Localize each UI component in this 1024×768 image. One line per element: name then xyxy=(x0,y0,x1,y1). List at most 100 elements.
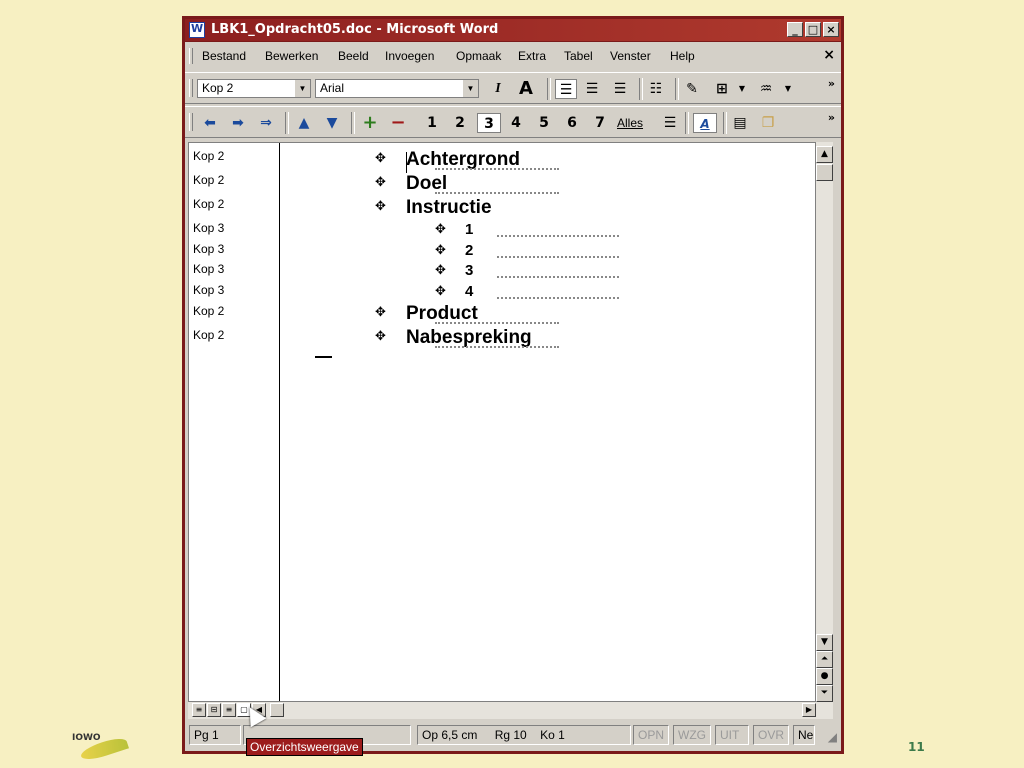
status-column: Ko 1 xyxy=(540,728,565,742)
chevron-down-icon[interactable]: ▼ xyxy=(295,80,310,97)
menu-tabel[interactable]: Tabel xyxy=(564,49,593,63)
scroll-thumb[interactable] xyxy=(270,703,284,717)
demote-icon[interactable]: ➡ xyxy=(229,113,247,133)
iowo-logo: IOWO xyxy=(72,733,101,743)
outline-expand-icon[interactable]: ✥ xyxy=(375,305,386,320)
outline-expand-icon[interactable]: ✥ xyxy=(435,222,446,237)
chevron-down-icon[interactable]: ▼ xyxy=(463,80,478,97)
demote-to-body-icon[interactable]: ⇒ xyxy=(257,113,275,133)
align-right-icon[interactable]: ☰ xyxy=(611,79,629,99)
horizontal-scrollbar[interactable]: ≡ ⊟ ≡ ▢ ◀ ▶ xyxy=(188,702,833,719)
menu-bestand[interactable]: Bestand xyxy=(202,49,246,63)
outline-expand-icon[interactable]: ✥ xyxy=(375,175,386,190)
resize-grip-icon[interactable]: ◢ xyxy=(828,730,837,744)
align-center-icon[interactable]: ☰ xyxy=(583,79,601,99)
outline-toolbar: ⬅ ➡ ⇒ ▲ ▼ + − 1 2 3 4 5 6 7 Alles ☰ A ▤ … xyxy=(185,106,841,138)
previous-page-icon[interactable]: ⏶ xyxy=(816,651,833,668)
outline-expand-icon[interactable]: ✥ xyxy=(435,284,446,299)
show-formatting-icon[interactable]: A xyxy=(693,113,717,133)
outline-subheading[interactable]: 4 xyxy=(465,283,473,300)
outline-heading[interactable]: Instructie xyxy=(406,197,492,219)
menu-help[interactable]: Help xyxy=(670,49,695,63)
master-document-icon[interactable]: ▤ xyxy=(731,113,749,133)
outline-subheading[interactable]: 3 xyxy=(465,262,473,279)
scroll-down-icon[interactable]: ▼ xyxy=(816,634,833,651)
close-button[interactable]: × xyxy=(823,22,839,37)
style-select[interactable]: Kop 2 ▼ xyxy=(197,79,311,98)
subdocument-icon[interactable]: ❐ xyxy=(759,113,777,133)
word-document-icon[interactable] xyxy=(189,22,205,38)
outline-expand-icon[interactable]: ✥ xyxy=(435,263,446,278)
document-close-icon[interactable]: × xyxy=(823,47,835,63)
level-7-button[interactable]: 7 xyxy=(591,113,609,133)
highlight-icon[interactable]: ♒ xyxy=(757,79,775,99)
status-ovr[interactable]: OVR xyxy=(753,725,789,745)
vertical-scrollbar[interactable]: ▲ ▼ ⏶ ● ⏷ xyxy=(816,142,833,702)
move-up-icon[interactable]: ▲ xyxy=(295,113,313,133)
outline-document[interactable]: Kop 2 Kop 2 Kop 2 Kop 3 Kop 3 Kop 3 Kop … xyxy=(188,142,816,702)
toolbar-separator xyxy=(685,112,689,134)
toolbar-separator xyxy=(285,112,289,134)
menu-venster[interactable]: Venster xyxy=(610,49,651,63)
level-3-button[interactable]: 3 xyxy=(477,113,501,133)
style-select-value: Kop 2 xyxy=(202,81,234,95)
more-buttons-icon[interactable]: » xyxy=(828,77,835,90)
format-painter-icon[interactable]: ✎ xyxy=(683,79,701,99)
status-rec[interactable]: OPN xyxy=(633,725,669,745)
bullet-list-icon[interactable]: ☷ xyxy=(647,79,665,99)
grow-font-button[interactable]: A xyxy=(517,79,535,99)
scroll-up-icon[interactable]: ▲ xyxy=(816,146,833,163)
scroll-thumb[interactable] xyxy=(816,164,833,181)
menu-beeld[interactable]: Beeld xyxy=(338,49,369,63)
print-view-button[interactable]: ≡ xyxy=(222,703,236,717)
style-name: Kop 3 xyxy=(193,283,225,297)
menubar-grip[interactable] xyxy=(189,48,193,64)
status-ext[interactable]: UIT xyxy=(715,725,749,745)
level-6-button[interactable]: 6 xyxy=(563,113,581,133)
toolbar-grip[interactable] xyxy=(189,113,193,131)
outline-expand-icon[interactable]: ✥ xyxy=(375,199,386,214)
menu-extra[interactable]: Extra xyxy=(518,49,546,63)
scroll-right-icon[interactable]: ▶ xyxy=(802,703,816,717)
minimize-button[interactable]: _ xyxy=(787,22,803,37)
outline-expand-icon[interactable]: ✥ xyxy=(435,243,446,258)
outline-expand-icon[interactable]: ✥ xyxy=(375,329,386,344)
heading-underline xyxy=(435,322,559,324)
menu-invoegen[interactable]: Invoegen xyxy=(385,49,434,63)
font-select-value: Arial xyxy=(320,81,345,95)
promote-icon[interactable]: ⬅ xyxy=(201,113,219,133)
maximize-button[interactable]: □ xyxy=(805,22,821,37)
move-down-icon[interactable]: ▼ xyxy=(323,113,341,133)
next-page-icon[interactable]: ⏷ xyxy=(816,685,833,702)
outline-expand-icon[interactable]: ✥ xyxy=(375,151,386,166)
chevron-down-icon[interactable]: ▼ xyxy=(779,79,797,99)
menu-bewerken[interactable]: Bewerken xyxy=(265,49,318,63)
collapse-icon[interactable]: − xyxy=(389,113,407,133)
status-language[interactable]: Ne xyxy=(793,725,815,745)
toolbar-grip[interactable] xyxy=(189,79,193,97)
font-select[interactable]: Arial ▼ xyxy=(315,79,479,98)
heading-underline xyxy=(435,168,559,170)
browse-object-icon[interactable]: ● xyxy=(816,668,833,685)
italic-button[interactable]: I xyxy=(489,79,507,99)
toolbar-separator xyxy=(639,78,643,100)
outline-subheading[interactable]: 1 xyxy=(465,221,473,238)
outline-subheading[interactable]: 2 xyxy=(465,242,473,259)
normal-view-button[interactable]: ≡ xyxy=(192,703,206,717)
level-2-button[interactable]: 2 xyxy=(451,113,469,133)
style-name: Kop 2 xyxy=(193,304,225,318)
align-left-icon[interactable]: ☰ xyxy=(555,79,577,99)
borders-icon[interactable]: ⊞ xyxy=(713,79,731,99)
title-bar[interactable]: LBK1_Opdracht05.doc - Microsoft Word _ □… xyxy=(185,19,841,41)
more-buttons-icon[interactable]: » xyxy=(828,111,835,124)
chevron-down-icon[interactable]: ▼ xyxy=(733,79,751,99)
expand-icon[interactable]: + xyxy=(361,113,379,133)
level-1-button[interactable]: 1 xyxy=(423,113,441,133)
show-first-line-icon[interactable]: ☰ xyxy=(661,113,679,133)
level-4-button[interactable]: 4 xyxy=(507,113,525,133)
web-view-button[interactable]: ⊟ xyxy=(207,703,221,717)
status-trk[interactable]: WZG xyxy=(673,725,711,745)
show-all-button[interactable]: Alles xyxy=(617,113,643,133)
level-5-button[interactable]: 5 xyxy=(535,113,553,133)
menu-opmaak[interactable]: Opmaak xyxy=(456,49,501,63)
